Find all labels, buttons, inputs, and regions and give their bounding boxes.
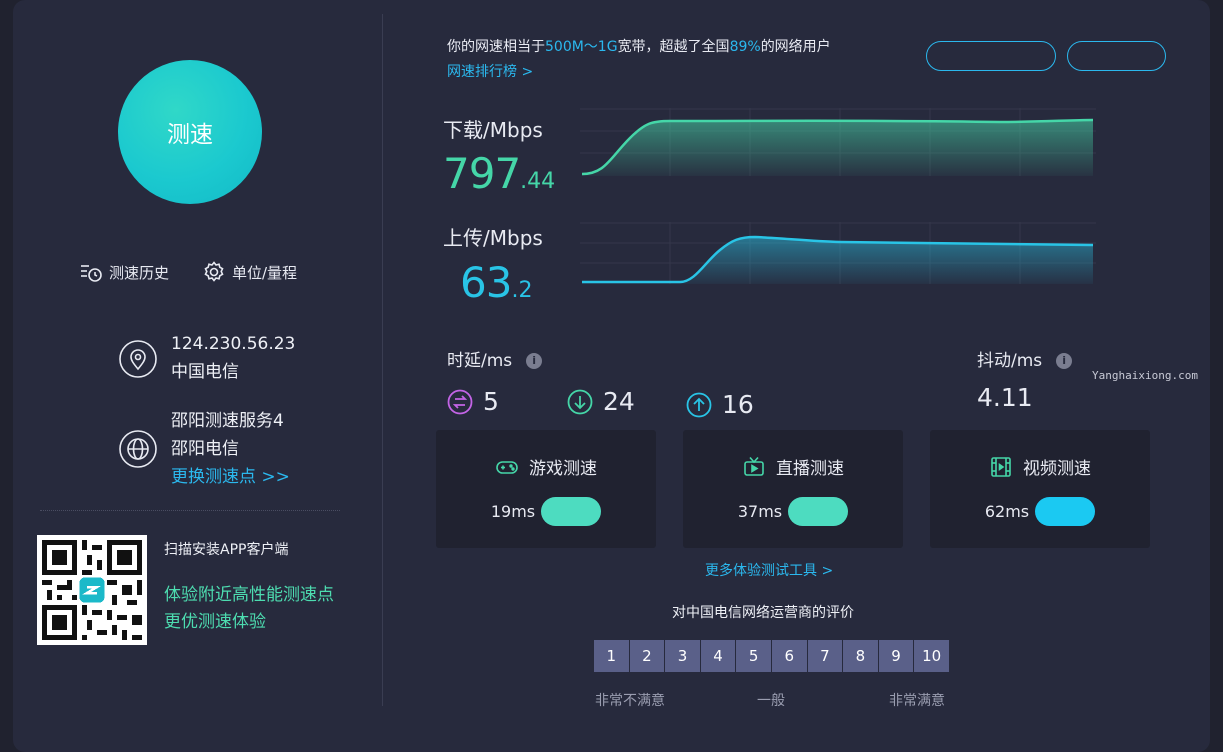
video-card-foot: 62ms: [930, 497, 1150, 526]
latency-download-value: 24: [603, 387, 635, 416]
summary-middle: 宽带，超越了全国: [617, 39, 730, 55]
qr-title: 扫描安装APP客户端: [164, 542, 289, 558]
upload-value-dec: .2: [511, 278, 533, 303]
latency-info-icon[interactable]: i: [526, 353, 543, 369]
live-card-head: 直播测速: [683, 454, 903, 479]
rating-scale: 1 2 3 4 5 6 7 8 9 10: [594, 640, 949, 672]
ip-address: 124.230.56.23: [171, 334, 296, 354]
idle-latency-icon: [447, 389, 473, 414]
history-icon: [81, 265, 102, 282]
qr-line-1: 体验附近高性能测速点: [164, 585, 334, 605]
live-test-card[interactable]: 直播测速 37ms: [683, 430, 903, 548]
upload-arrow-icon: [686, 392, 712, 417]
film-icon: [991, 456, 1011, 477]
history-button[interactable]: 测速历史: [79, 260, 169, 284]
game-card-title: 游戏测速: [529, 459, 597, 479]
live-card-title: 直播测速: [776, 459, 844, 479]
game-card-head: 游戏测速: [436, 454, 656, 479]
rating-high-label: 非常满意: [889, 693, 945, 709]
jitter-value-text: 4.11: [977, 383, 1033, 412]
upload-value: 63.2: [460, 258, 532, 307]
summary-percent: 89%: [729, 39, 761, 55]
rating-5[interactable]: 5: [736, 640, 771, 672]
live-card-foot: 37ms: [683, 497, 903, 526]
game-card-indicator: [541, 497, 602, 526]
start-test-label: 测速: [167, 122, 213, 148]
latency-label: 时延/ms: [447, 351, 513, 371]
rating-8[interactable]: 8: [843, 640, 878, 672]
gamepad-icon: [496, 460, 518, 474]
more-tools-link[interactable]: 更多体验测试工具 >: [705, 560, 833, 580]
server-isp: 邵阳电信: [171, 439, 239, 459]
tv-icon: [744, 456, 764, 476]
rating-4[interactable]: 4: [700, 640, 736, 672]
download-value-int: 797: [443, 149, 521, 198]
upload-label: 上传/Mbps: [443, 226, 543, 250]
latency-label-row: 时延/ms i: [447, 346, 543, 371]
rating-7[interactable]: 7: [807, 640, 843, 672]
rating-9[interactable]: 9: [878, 640, 914, 672]
watermark: Yanghaixiong.com: [1092, 369, 1198, 382]
video-card-head: 视频测速: [930, 454, 1150, 479]
speed-summary: 你的网速相当于500M～1G宽带，超越了全国89%的网络用户: [447, 36, 831, 56]
share-button[interactable]: [926, 41, 1056, 71]
panel-divider: [382, 14, 383, 706]
latency-download: 24: [567, 387, 635, 416]
units-button[interactable]: 单位/量程: [202, 260, 297, 284]
live-card-value: 37ms: [737, 502, 783, 521]
save-result-button[interactable]: [1067, 41, 1166, 71]
rating-title: 对中国电信网络运营商的评价: [672, 605, 854, 621]
video-card-value: 62ms: [984, 502, 1030, 521]
jitter-label-row: 抖动/ms i: [977, 346, 1073, 371]
latency-idle-value: 5: [483, 387, 499, 416]
download-label: 下载/Mbps: [443, 118, 543, 142]
gear-icon: [204, 261, 224, 282]
summary-prefix: 你的网速相当于: [447, 39, 545, 55]
globe-icon: [119, 430, 157, 468]
speed-ranking-link[interactable]: 网速排行榜 >: [447, 61, 533, 81]
download-graph: [580, 108, 1096, 176]
latency-upload: 16: [686, 390, 754, 419]
qr-line-2: 更优测速体验: [164, 612, 266, 632]
section-divider: [40, 510, 340, 511]
rating-low-label: 非常不满意: [595, 693, 665, 709]
download-value: 797.44: [443, 149, 555, 198]
app-qr-code: [37, 535, 147, 645]
live-card-indicator: [788, 497, 849, 526]
jitter-value: 4.11: [977, 383, 1033, 412]
rating-2[interactable]: 2: [629, 640, 665, 672]
video-card-indicator: [1035, 497, 1096, 526]
upload-graph: [580, 222, 1096, 284]
game-card-foot: 19ms: [436, 497, 656, 526]
game-test-card[interactable]: 游戏测速 19ms: [436, 430, 656, 548]
rating-mid-label: 一般: [757, 693, 785, 709]
game-card-value: 19ms: [490, 502, 536, 521]
isp-name: 中国电信: [171, 362, 239, 382]
upload-value-int: 63: [460, 258, 512, 307]
units-label: 单位/量程: [232, 263, 298, 282]
summary-bandwidth: 500M～1G: [545, 39, 618, 55]
latency-upload-value: 16: [722, 390, 754, 419]
rating-3[interactable]: 3: [665, 640, 700, 672]
change-server-link[interactable]: 更换测速点 >>: [171, 463, 290, 491]
video-card-title: 视频测速: [1023, 459, 1091, 479]
rating-10[interactable]: 10: [914, 640, 949, 672]
jitter-label: 抖动/ms: [977, 351, 1043, 371]
jitter-info-icon[interactable]: i: [1056, 353, 1073, 369]
history-label: 测速历史: [109, 263, 170, 282]
download-arrow-icon: [567, 389, 593, 414]
location-icon: [119, 340, 157, 378]
video-test-card[interactable]: 视频测速 62ms: [930, 430, 1150, 548]
server-name: 邵阳测速服务4: [171, 411, 284, 431]
summary-suffix: 的网络用户: [760, 39, 831, 55]
start-test-button[interactable]: 测速: [118, 60, 262, 204]
latency-idle: 5: [447, 387, 499, 416]
rating-6[interactable]: 6: [771, 640, 807, 672]
rating-1[interactable]: 1: [594, 640, 629, 672]
download-value-dec: .44: [520, 169, 556, 194]
